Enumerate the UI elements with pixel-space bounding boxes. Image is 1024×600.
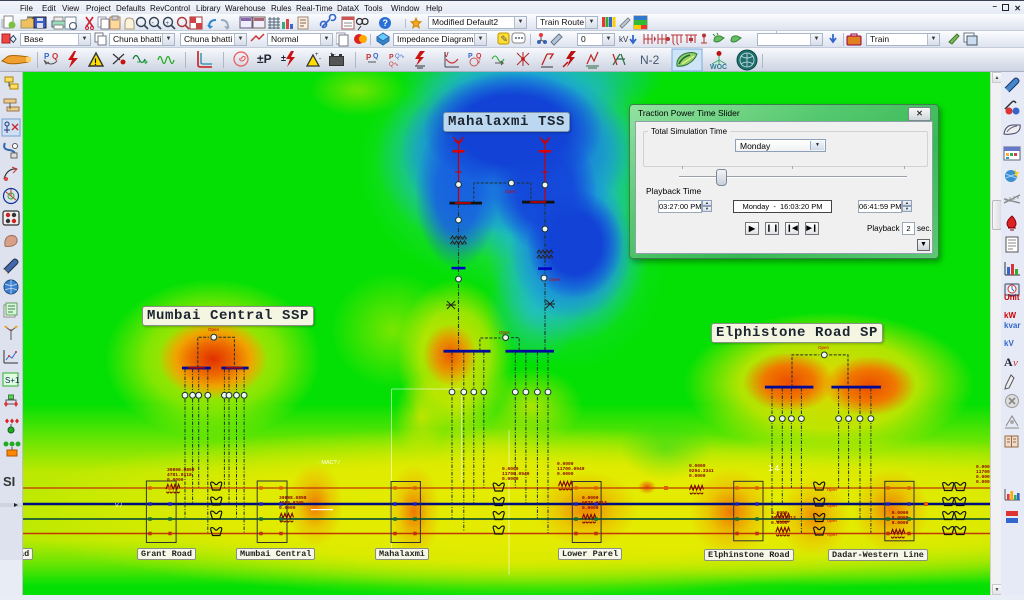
svg-text:Q: Q xyxy=(373,53,379,60)
svg-text:Q∿: Q∿ xyxy=(395,54,405,60)
svg-text:-: - xyxy=(319,56,321,62)
svg-text:Open: Open xyxy=(549,277,561,282)
svg-text:Open: Open xyxy=(499,330,511,335)
svg-text:Q∿: Q∿ xyxy=(389,62,399,68)
svg-text:kV: kV xyxy=(619,35,629,44)
svg-text:kW: kW xyxy=(1004,311,1016,320)
svg-text:Open: Open xyxy=(208,327,220,332)
svg-text:Q: Q xyxy=(52,52,58,61)
svg-text:0.0000: 0.0000 xyxy=(502,476,519,482)
svg-text:0.000: 0.000 xyxy=(976,479,990,485)
svg-text:N-2: N-2 xyxy=(640,53,660,67)
svg-text:Unit: Unit xyxy=(1004,293,1020,302)
svg-text:V /: V / xyxy=(115,503,122,509)
svg-text:Open: Open xyxy=(818,345,830,350)
svg-text:1 4: 1 4 xyxy=(768,464,780,473)
svg-text:Open: Open xyxy=(827,503,837,508)
svg-text:Open: Open xyxy=(827,532,837,537)
svg-text:kV: kV xyxy=(1004,339,1014,348)
svg-text:0.0000: 0.0000 xyxy=(167,477,184,483)
svg-text:Open: Open xyxy=(827,487,837,492)
svg-text:WOC: WOC xyxy=(710,64,727,71)
svg-text:?: ? xyxy=(383,18,389,28)
svg-text:A: A xyxy=(1004,355,1013,369)
svg-text:0.0000: 0.0000 xyxy=(689,473,706,479)
svg-text:SI: SI xyxy=(3,474,15,489)
svg-text:!: ! xyxy=(94,57,97,67)
svg-text:v: v xyxy=(1013,357,1018,369)
svg-text:✎: ✎ xyxy=(501,34,509,44)
svg-text:0.0000: 0.0000 xyxy=(557,471,574,477)
svg-text:0.0000: 0.0000 xyxy=(582,505,599,511)
svg-text:0.0000: 0.0000 xyxy=(279,505,296,511)
svg-text:· MAC? /: · MAC? / xyxy=(318,460,340,466)
svg-text:kvar: kvar xyxy=(1004,321,1020,330)
svg-text:+: + xyxy=(166,21,170,27)
svg-text:±: ± xyxy=(281,53,286,63)
svg-text:S+1: S+1 xyxy=(5,376,20,385)
svg-text:P: P xyxy=(366,53,372,62)
svg-text:P: P xyxy=(44,52,50,61)
svg-text:Open: Open xyxy=(827,518,837,523)
svg-text:Open: Open xyxy=(505,189,517,194)
svg-text:±P: ±P xyxy=(257,52,272,66)
svg-text:0.0000: 0.0000 xyxy=(771,520,788,526)
svg-text:P: P xyxy=(389,54,394,61)
svg-text:0.0000: 0.0000 xyxy=(892,520,909,526)
